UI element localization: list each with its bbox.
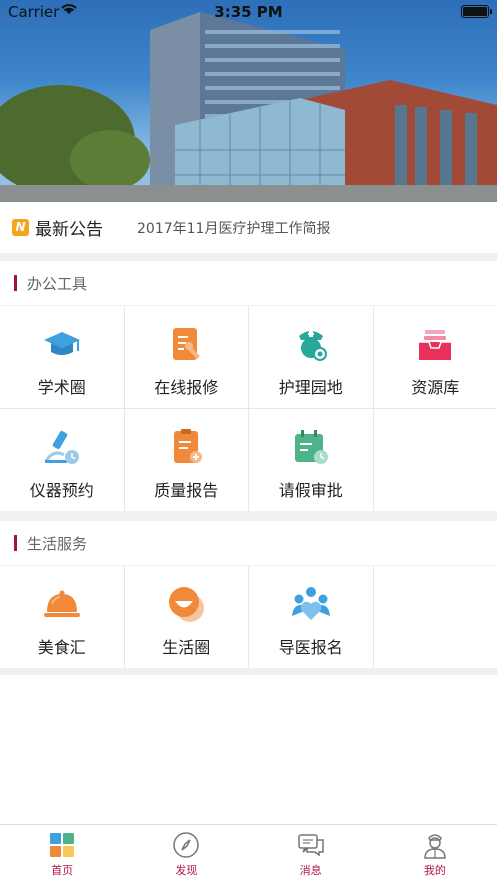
tab-label: 我的 xyxy=(424,862,446,878)
hospital-building-image xyxy=(0,0,497,202)
section-title: 生活服务 xyxy=(27,533,87,554)
tab-label: 首页 xyxy=(51,862,73,878)
microscope-icon xyxy=(42,427,82,467)
empty-cell xyxy=(374,409,497,511)
tool-academic-circle[interactable]: 学术圈 xyxy=(0,306,124,408)
service-label: 美食汇 xyxy=(38,634,86,658)
smile-circle-icon xyxy=(166,584,206,624)
notice-badge-icon: N xyxy=(12,219,29,236)
section-office-tools: 办公工具 xyxy=(0,261,497,305)
tool-label: 请假审批 xyxy=(279,477,343,501)
service-life-circle[interactable]: 生活圈 xyxy=(125,566,249,668)
tool-quality-report[interactable]: 质量报告 xyxy=(125,409,249,511)
status-bar: Carrier 3:35 PM xyxy=(0,0,497,24)
tool-label: 质量报告 xyxy=(154,477,218,501)
service-label: 生活圈 xyxy=(162,634,210,658)
announcement-bar[interactable]: N 最新公告 2017年11月医疗护理工作简报 xyxy=(0,202,497,253)
tool-label: 学术圈 xyxy=(38,374,86,398)
section-life-services: 生活服务 xyxy=(0,521,497,565)
calendar-clock-icon xyxy=(291,427,331,467)
tab-discover[interactable]: 发现 xyxy=(124,825,248,884)
repair-clipboard-icon xyxy=(166,324,206,364)
service-label: 导医报名 xyxy=(279,634,343,658)
tab-bar: 首页 发现 消息 我的 xyxy=(0,824,497,884)
graduation-cap-icon xyxy=(42,324,82,364)
empty-cell xyxy=(374,566,497,668)
tab-home[interactable]: 首页 xyxy=(0,825,124,884)
doctor-icon xyxy=(421,831,449,859)
service-guide-signup[interactable]: 导医报名 xyxy=(249,566,373,668)
tool-label: 在线报修 xyxy=(154,374,218,398)
tool-nursing-garden[interactable]: 护理园地 xyxy=(249,306,373,408)
announcement-label: 最新公告 xyxy=(35,215,103,240)
life-services-grid: 美食汇 生活圈 导医报名 xyxy=(0,566,497,668)
tab-messages[interactable]: 消息 xyxy=(249,825,373,884)
tab-mine[interactable]: 我的 xyxy=(373,825,497,884)
battery-icon xyxy=(461,5,489,18)
clock: 3:35 PM xyxy=(0,3,497,21)
tool-label: 护理园地 xyxy=(279,374,343,398)
tool-label: 仪器预约 xyxy=(30,477,94,501)
nurse-icon xyxy=(291,324,331,364)
report-icon xyxy=(166,427,206,467)
tool-instrument-booking[interactable]: 仪器预约 xyxy=(0,409,124,511)
tool-resource-library[interactable]: 资源库 xyxy=(374,306,497,408)
home-grid-icon xyxy=(48,831,76,859)
office-tools-grid: 学术圈 在线报修 护理园地 资源库 xyxy=(0,306,497,511)
section-accent-bar xyxy=(14,275,17,291)
compass-icon xyxy=(172,831,200,859)
tab-label: 消息 xyxy=(300,862,322,878)
announcement-text[interactable]: 2017年11月医疗护理工作简报 xyxy=(137,218,330,238)
tool-label: 资源库 xyxy=(411,374,459,398)
hero-banner[interactable]: Carrier 3:35 PM xyxy=(0,0,497,202)
people-heart-icon xyxy=(291,584,331,624)
service-food[interactable]: 美食汇 xyxy=(0,566,124,668)
tool-leave-approval[interactable]: 请假审批 xyxy=(249,409,373,511)
chat-icon xyxy=(297,831,325,859)
section-accent-bar xyxy=(14,535,17,551)
tab-label: 发现 xyxy=(175,862,197,878)
section-title: 办公工具 xyxy=(27,273,87,294)
food-cloche-icon xyxy=(42,584,82,624)
tool-online-repair[interactable]: 在线报修 xyxy=(125,306,249,408)
blank-area xyxy=(0,675,497,824)
inbox-icon xyxy=(415,324,455,364)
